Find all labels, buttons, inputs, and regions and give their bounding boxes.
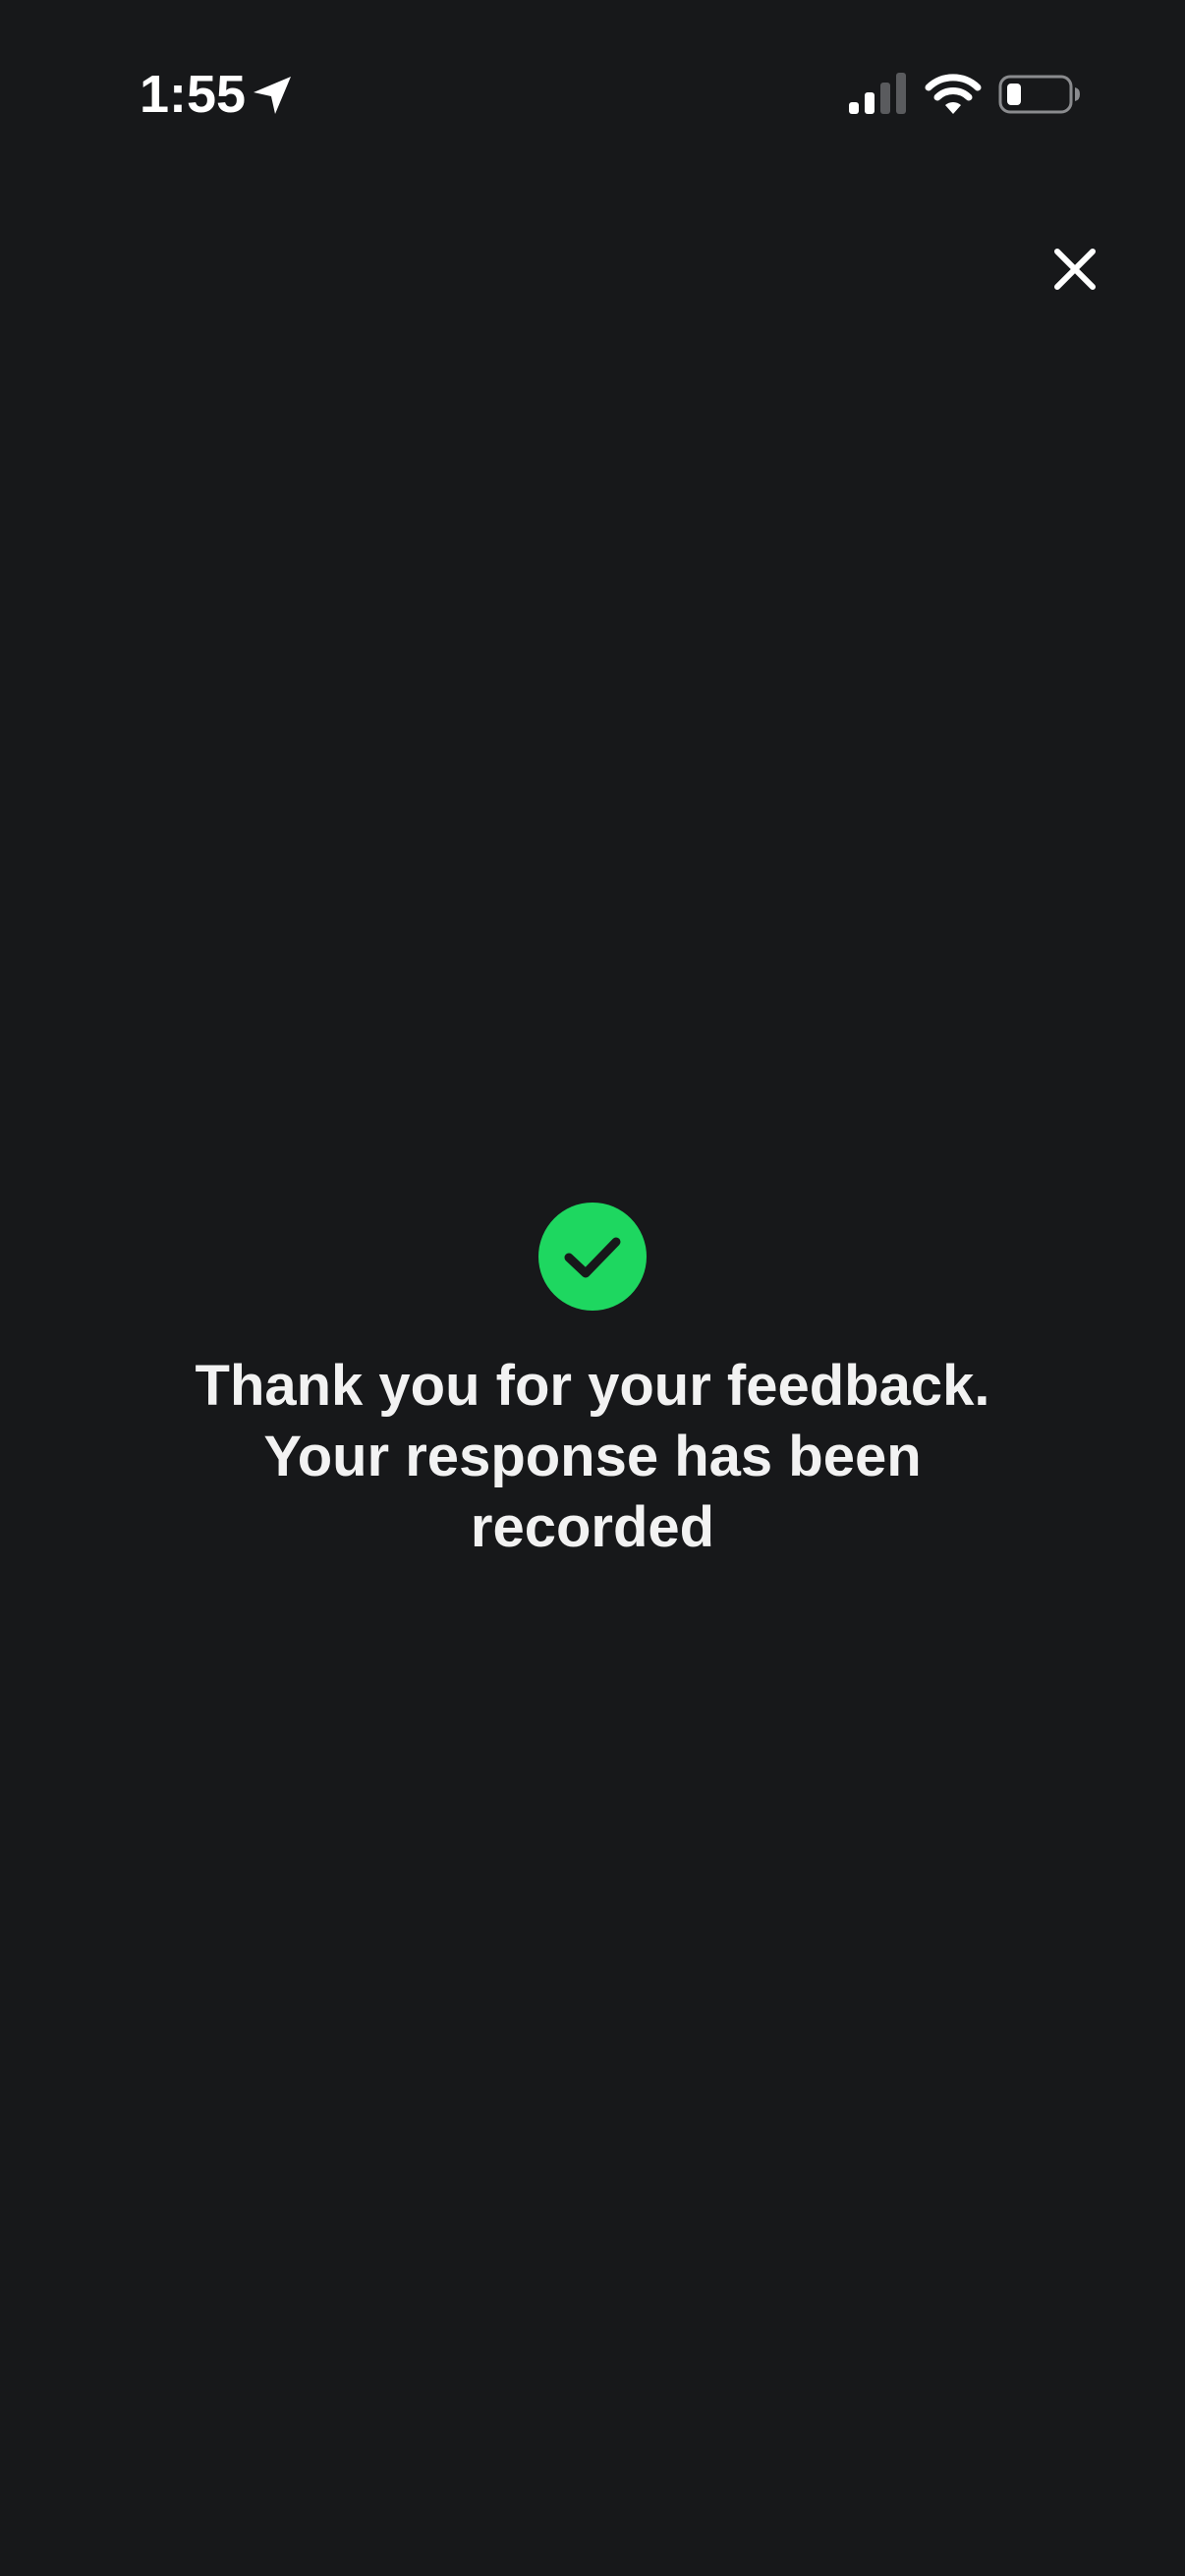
cellular-signal-icon [849,73,906,114]
confirmation-line: Your response has been [263,1425,922,1488]
check-circle-icon [538,1203,647,1311]
battery-icon [998,75,1080,114]
close-button[interactable] [1038,232,1112,307]
status-time: 1:55 [140,65,247,124]
confirmation-line: Thank you for your feedback. [195,1354,990,1418]
location-arrow-icon [254,77,291,114]
status-bar: 1:55 [0,0,1185,138]
wifi-icon [925,74,982,114]
confirmation-line: recorded [470,1495,715,1559]
close-icon [1054,249,1096,290]
confirmation-message: Thank you for your feedback. Your respon… [101,1351,1084,1563]
